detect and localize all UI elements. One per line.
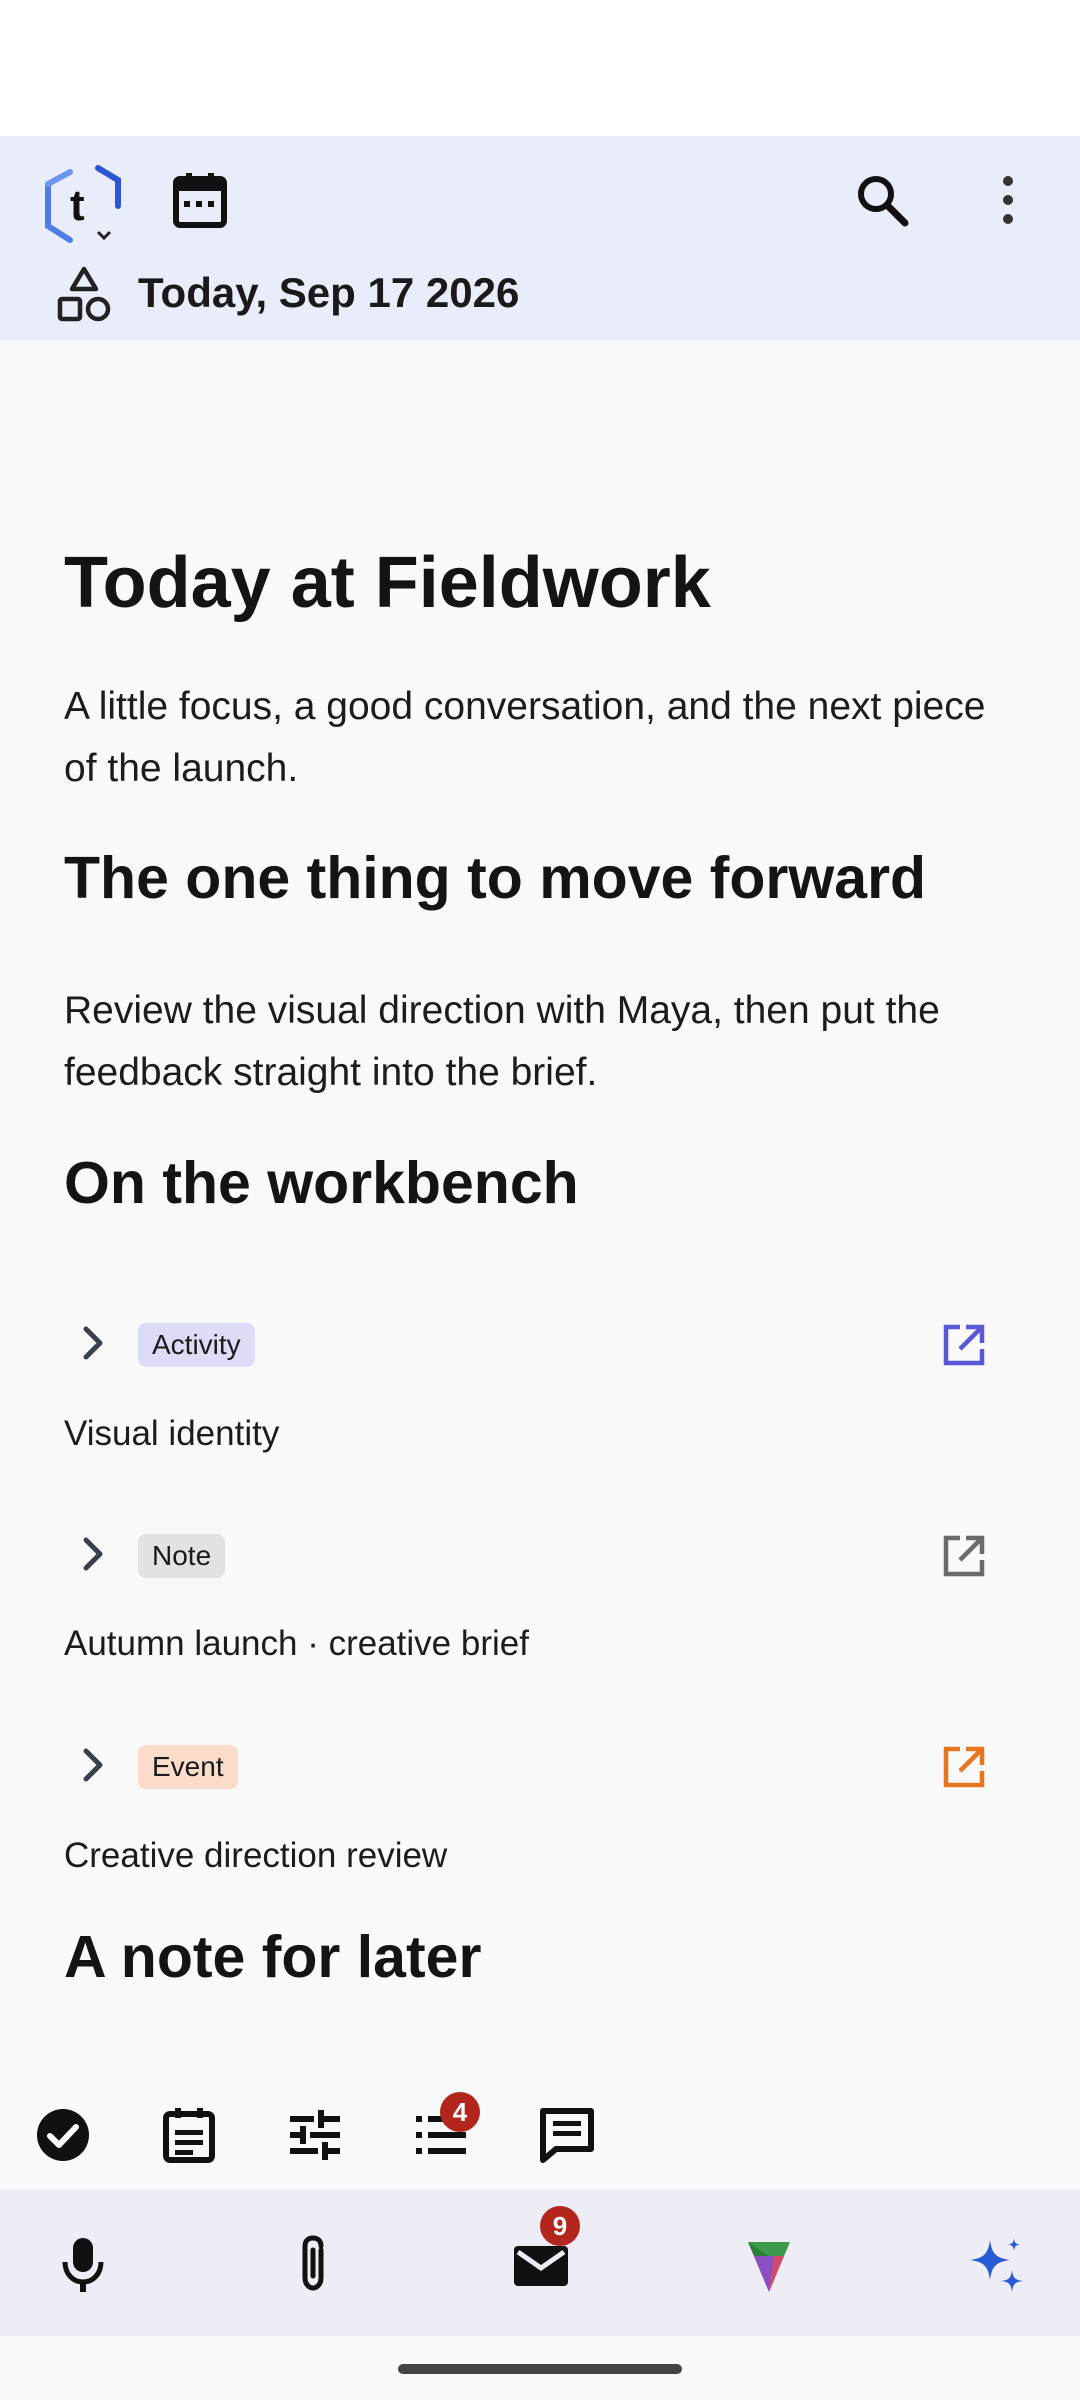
chevron-right-icon[interactable]: [70, 1743, 114, 1787]
workbench-item-title[interactable]: Autumn launch · creative brief: [64, 1622, 529, 1666]
mail-count-badge: 9: [540, 2206, 580, 2246]
tag-event: Event: [138, 1745, 238, 1789]
workbench-item-title[interactable]: Visual identity: [64, 1412, 279, 1456]
open-external-icon[interactable]: [940, 1321, 988, 1369]
open-external-icon[interactable]: [940, 1743, 988, 1791]
comment-icon[interactable]: [532, 2100, 602, 2170]
app-logo[interactable]: t: [40, 160, 124, 250]
search-icon[interactable]: [850, 168, 914, 232]
paperclip-icon[interactable]: [276, 2228, 350, 2302]
workbench-item-title[interactable]: Creative direction review: [64, 1834, 447, 1878]
logo-letter: t: [70, 181, 85, 230]
gesture-nav-handle[interactable]: [398, 2364, 682, 2374]
bottom-action-bar: 9: [0, 2190, 1080, 2336]
workbench-item-row[interactable]: Note: [0, 1514, 1080, 1594]
forward-text: Review the visual direction with Maya, t…: [64, 989, 940, 1094]
open-external-icon[interactable]: [940, 1532, 988, 1580]
workbench-item-row[interactable]: Event: [0, 1725, 1080, 1805]
date-label[interactable]: Today, Sep 17 2026: [138, 268, 519, 318]
tasks-count-badge: 4: [440, 2092, 480, 2132]
sparkle-icon[interactable]: [960, 2228, 1034, 2302]
status-bar: [0, 0, 1080, 136]
tag-activity: Activity: [138, 1323, 255, 1367]
editor-toolbar: 4: [0, 2080, 1080, 2190]
page-title: Today at Fieldwork: [64, 543, 711, 623]
note-icon[interactable]: [154, 2100, 224, 2170]
more-options-icon[interactable]: [976, 168, 1040, 232]
intro-text: A little focus, a good conversation, and…: [64, 685, 986, 790]
chevron-right-icon[interactable]: [70, 1532, 114, 1576]
workbench-item-row[interactable]: Activity: [0, 1303, 1080, 1383]
section-heading-workbench: On the workbench: [64, 1150, 579, 1216]
check-circle-icon[interactable]: [28, 2100, 98, 2170]
section-heading-forward: The one thing to move forward: [64, 845, 927, 911]
chevron-right-icon[interactable]: [70, 1321, 114, 1365]
microphone-icon[interactable]: [46, 2228, 120, 2302]
gem-icon[interactable]: [732, 2228, 806, 2302]
tag-note: Note: [138, 1534, 226, 1578]
calendar-icon[interactable]: [168, 168, 232, 232]
tune-icon[interactable]: [280, 2100, 350, 2170]
shapes-icon[interactable]: [52, 262, 116, 326]
section-heading-later: A note for later: [64, 1924, 482, 1990]
